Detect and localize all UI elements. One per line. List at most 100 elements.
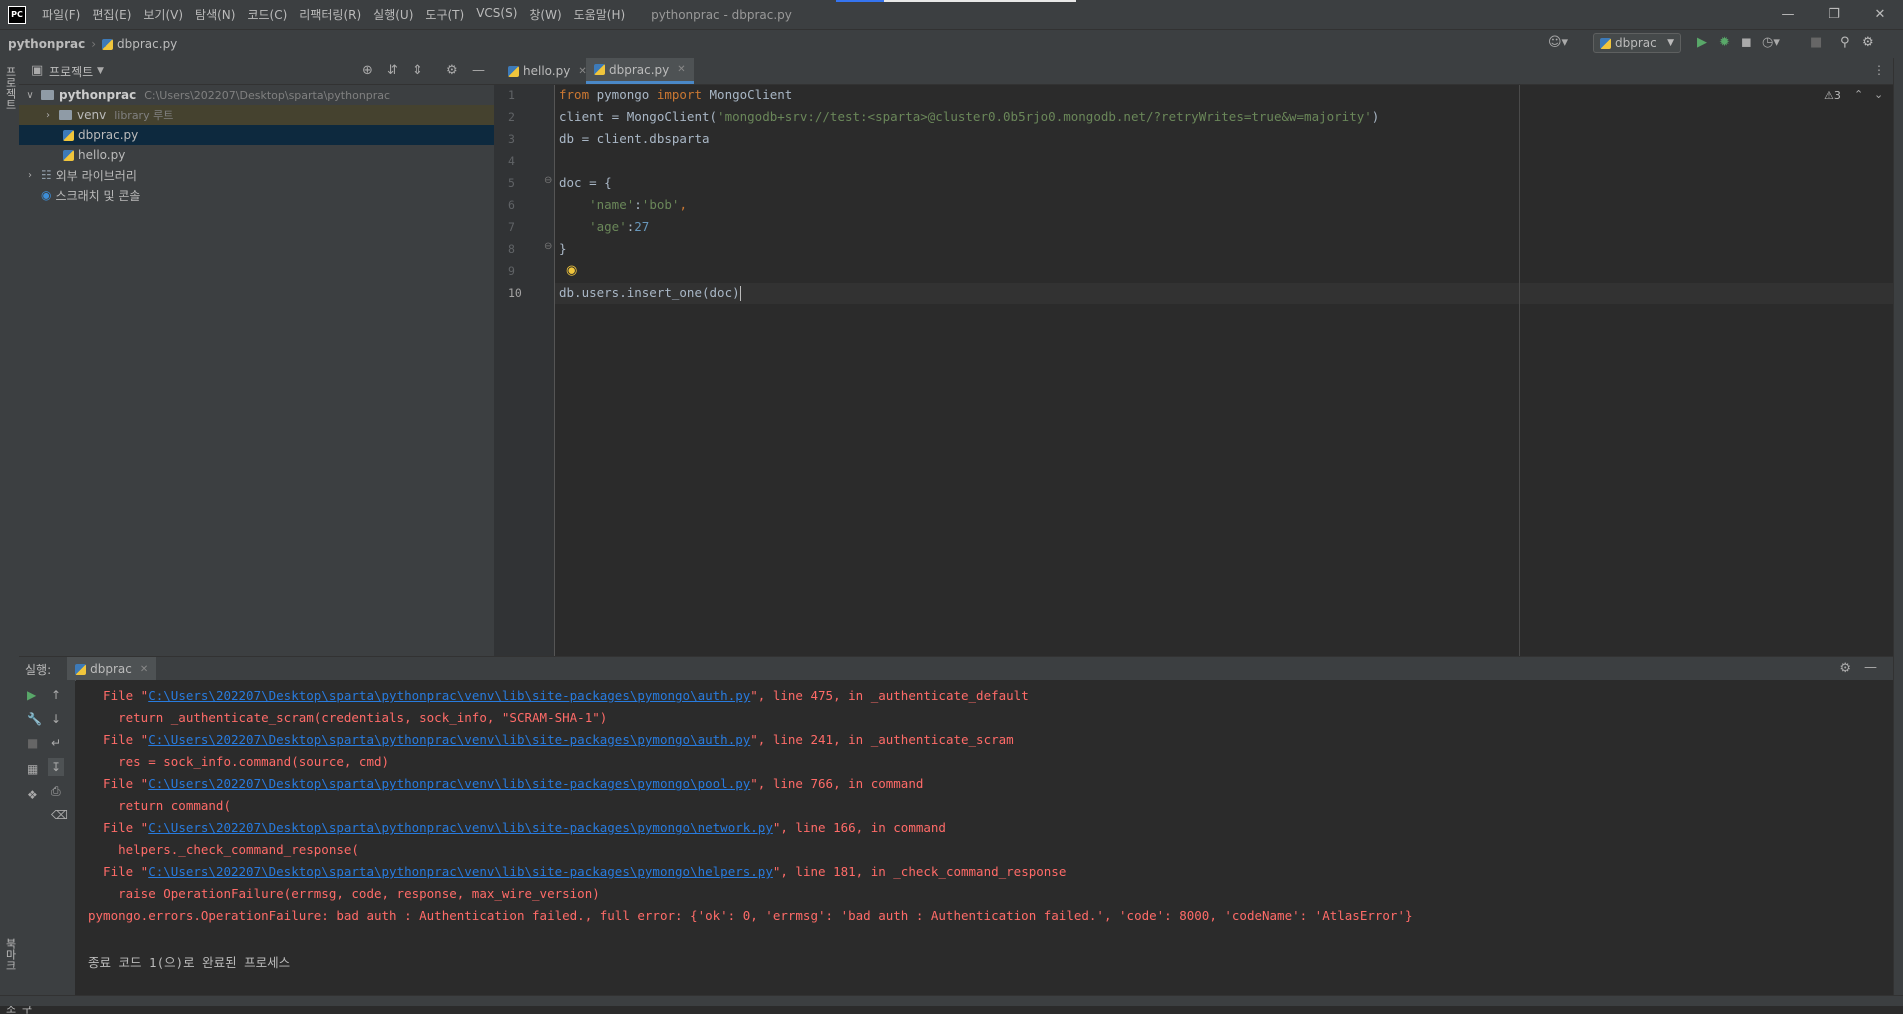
expand-all-icon[interactable]: ⇵ [387, 63, 398, 78]
debug-icon[interactable]: ✹ [1719, 36, 1730, 50]
tree-venv-hint: library 루트 [114, 109, 174, 122]
run-tab-dbprac[interactable]: dbprac ✕ [67, 657, 157, 681]
close-tab-icon[interactable]: ✕ [677, 64, 685, 75]
close-tab-icon[interactable]: ✕ [140, 664, 148, 675]
chevron-down-icon[interactable]: ▼ [97, 66, 104, 76]
project-panel-title[interactable]: 프로젝트 [49, 63, 93, 80]
run-configuration-label: dbprac [1615, 36, 1657, 50]
scratches-icon: ◉ [41, 188, 52, 202]
chevron-down-icon[interactable]: ∨ [23, 90, 37, 101]
code-token: : [634, 197, 642, 212]
status-bar [0, 995, 1903, 1006]
menu-bar: PC 파일(F) 편집(E) 보기(V) 탐색(N) 코드(C) 리팩터링(R)… [0, 0, 1903, 29]
code-editor[interactable]: 1 2 3 4 5 6 7 8 9 10 ⊖ ⊖ from pymongo im… [494, 85, 1893, 656]
window-controls: — ❐ ✕ [1765, 0, 1903, 29]
console-line: return _authenticate_scram(credentials, … [88, 710, 608, 725]
tree-item-external-libraries[interactable]: › ☷ 외부 라이브러리 [19, 165, 494, 185]
project-view-icon: ▣ [31, 63, 44, 78]
code-line-1: from pymongo import MongoClient [559, 87, 792, 102]
code-line-2: client = MongoClient('mongodb+srv://test… [559, 109, 1379, 124]
locate-file-icon[interactable]: ⊕ [362, 63, 373, 78]
menu-help[interactable]: 도움말(H) [574, 6, 626, 23]
console-line: File "C:\Users\202207\Desktop\sparta\pyt… [88, 688, 1029, 703]
previous-highlight-icon[interactable]: ⌃ [1854, 88, 1863, 101]
tree-item-scratches[interactable]: ◉ 스크래치 및 콘솔 [19, 185, 494, 205]
scroll-to-end-icon[interactable]: ↧ [48, 758, 65, 776]
bookmarks-tool-tab[interactable]: 북마크 [2, 938, 18, 971]
stop-icon[interactable]: ■ [27, 736, 38, 750]
line-number: 7 [508, 220, 515, 234]
tree-item-hello[interactable]: hello.py [19, 145, 494, 165]
menu-view[interactable]: 보기(V) [143, 6, 183, 23]
chevron-right-icon[interactable]: › [41, 110, 55, 121]
run-configuration-select[interactable]: dbprac ▼ [1593, 33, 1681, 53]
menu-vcs[interactable]: VCS(S) [476, 6, 517, 23]
settings-gear-icon[interactable]: ⚙ [446, 63, 458, 78]
breadcrumb-project[interactable]: pythonprac [8, 37, 85, 51]
breadcrumb-file[interactable]: dbprac.py [117, 37, 177, 51]
tab-dbprac-py[interactable]: dbprac.py ✕ [586, 58, 694, 84]
library-icon: ☷ [41, 168, 52, 182]
scroll-down-icon[interactable]: ↓ [51, 712, 61, 726]
fold-icon[interactable]: ⊖ [544, 175, 552, 186]
wrench-icon[interactable]: 🔧 [27, 712, 42, 726]
run-console-output[interactable]: File "C:\Users\202207\Desktop\sparta\pyt… [76, 680, 1893, 995]
window-title: pythonprac - dbprac.py [651, 7, 792, 22]
menu-tools[interactable]: 도구(T) [425, 6, 464, 23]
source-file-link[interactable]: C:\Users\202207\Desktop\sparta\pythonpra… [148, 864, 773, 879]
layout-icon[interactable]: ▦ [27, 762, 38, 776]
scroll-up-icon[interactable]: ↑ [51, 688, 61, 702]
python-file-icon [75, 663, 87, 675]
stop-icon[interactable]: ■ [1810, 36, 1822, 50]
run-panel-label: 실행: [25, 662, 52, 677]
more-tabs-icon[interactable]: ⋮ [1873, 63, 1885, 77]
menu-file[interactable]: 파일(F) [42, 6, 80, 23]
taskbar-indicator-accent [836, 0, 884, 2]
source-file-link[interactable]: C:\Users\202207\Desktop\sparta\pythonpra… [148, 732, 750, 747]
tree-venv-name: venv [77, 108, 107, 122]
hide-panel-icon[interactable]: — [1864, 660, 1877, 675]
trash-icon[interactable]: ⌫ [51, 808, 68, 822]
soft-wrap-icon[interactable]: ↵ [51, 736, 61, 750]
menu-navigate[interactable]: 탐색(N) [195, 6, 235, 23]
search-icon[interactable]: ⚲ [1840, 36, 1850, 50]
tree-file-label: dbprac.py [78, 128, 139, 142]
menu-window[interactable]: 창(W) [529, 6, 561, 23]
warning-count-indicator[interactable]: ⚠3 [1824, 89, 1841, 102]
source-file-link[interactable]: C:\Users\202207\Desktop\sparta\pythonpra… [148, 820, 773, 835]
menu-refactor[interactable]: 리팩터링(R) [299, 6, 361, 23]
profile-icon[interactable]: ◷▾ [1762, 36, 1780, 50]
tree-item-root[interactable]: ∨ pythonprac C:\Users\202207\Desktop\spa… [19, 85, 494, 105]
print-icon[interactable]: ⎙ [51, 784, 61, 799]
console-line: raise OperationFailure(errmsg, code, res… [88, 886, 600, 901]
chevron-right-icon[interactable]: › [23, 170, 37, 181]
tab-hello-py[interactable]: hello.py ✕ [500, 58, 595, 84]
tree-item-venv[interactable]: › venv library 루트 [19, 105, 494, 125]
close-icon[interactable]: ✕ [1857, 0, 1903, 29]
source-file-link[interactable]: C:\Users\202207\Desktop\sparta\pythonpra… [148, 688, 750, 703]
next-highlight-icon[interactable]: ⌄ [1874, 88, 1883, 101]
user-account-icon[interactable]: ☺▾ [1548, 36, 1568, 50]
fold-icon[interactable]: ⊖ [544, 241, 552, 252]
source-file-link[interactable]: C:\Users\202207\Desktop\sparta\pythonpra… [148, 776, 750, 791]
coverage-icon[interactable]: ◼ [1741, 36, 1752, 50]
lightbulb-icon[interactable]: ◉ [566, 263, 577, 278]
run-icon[interactable]: ▶ [1697, 36, 1707, 50]
restore-icon[interactable]: ❐ [1811, 0, 1857, 29]
settings-gear-icon[interactable]: ⚙ [1862, 36, 1874, 50]
tree-root-path: C:\Users\202207\Desktop\sparta\pythonpra… [144, 88, 391, 102]
rerun-icon[interactable]: ▶ [27, 688, 36, 702]
console-text: File " [88, 864, 149, 879]
menu-run[interactable]: 실행(U) [373, 6, 413, 23]
menu-edit[interactable]: 편집(E) [92, 6, 131, 23]
minimize-icon[interactable]: — [1765, 0, 1811, 29]
menu-code[interactable]: 코드(C) [247, 6, 287, 23]
code-token: import [656, 87, 702, 102]
collapse-all-icon[interactable]: ⇕ [412, 63, 423, 78]
hide-panel-icon[interactable]: — [472, 63, 485, 78]
tree-item-dbprac[interactable]: dbprac.py [19, 125, 494, 145]
project-tool-tab[interactable]: 프로젝트 [2, 66, 18, 110]
pin-icon[interactable]: ❖ [27, 788, 38, 802]
text-caret [739, 286, 741, 301]
settings-gear-icon[interactable]: ⚙ [1839, 661, 1851, 676]
